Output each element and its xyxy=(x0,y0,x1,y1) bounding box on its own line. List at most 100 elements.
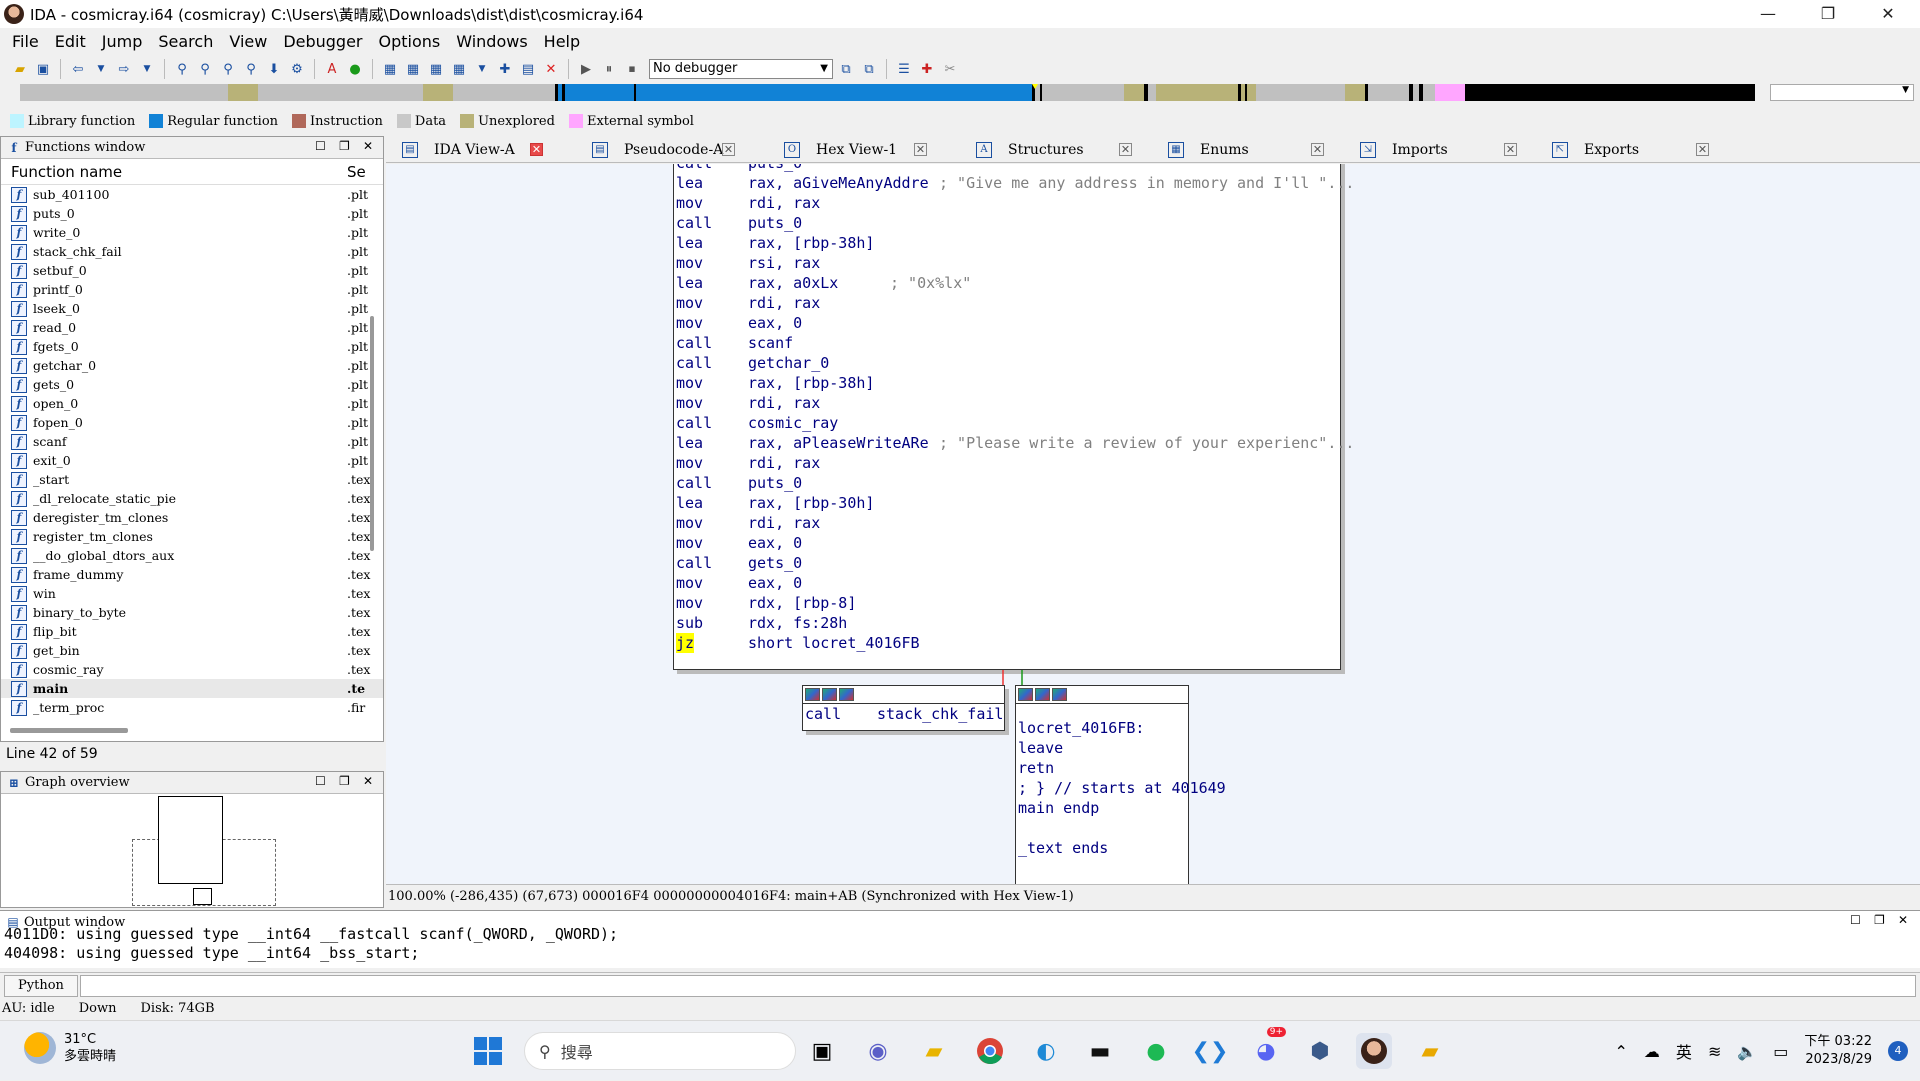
stop-icon[interactable]: ⏹ xyxy=(622,59,642,79)
tab-pseudocode-a[interactable]: ▤ Pseudocode-A ✕ xyxy=(592,136,735,163)
tab-enums[interactable]: ▦ Enums ✕ xyxy=(1168,136,1324,163)
tab-exports[interactable]: ⇱ Exports ✕ xyxy=(1552,136,1709,163)
menu-file[interactable]: File xyxy=(4,32,47,51)
pause-icon[interactable]: ⏸ xyxy=(599,59,619,79)
file-explorer-icon[interactable]: ▰ xyxy=(916,1033,952,1069)
jump-down-icon[interactable]: ⬇ xyxy=(264,59,284,79)
maximize-panel-icon[interactable]: ☐ xyxy=(315,139,326,153)
menu-help[interactable]: Help xyxy=(536,32,588,51)
code-line[interactable]: ; } // starts at 401649 xyxy=(1016,778,1226,798)
navigation-combo[interactable]: ▼ xyxy=(1770,84,1914,101)
code-line[interactable]: main endp xyxy=(1016,798,1188,818)
weather-widget[interactable]: 31°C 多雲時晴 xyxy=(24,1031,116,1065)
float-panel-icon[interactable]: ❐ xyxy=(1874,913,1885,927)
volume-icon[interactable]: 🔈 xyxy=(1737,1042,1757,1061)
function-row[interactable]: f win .tex xyxy=(1,584,383,603)
close-panel-icon[interactable]: ✕ xyxy=(363,774,373,788)
back-icon[interactable]: ⇦ xyxy=(68,59,88,79)
archive-icon[interactable]: ▰ xyxy=(1412,1033,1448,1069)
chrome-icon[interactable] xyxy=(972,1033,1008,1069)
close-panel-icon[interactable]: ✕ xyxy=(363,139,373,153)
patch-icon[interactable]: ▤ xyxy=(518,59,538,79)
function-row[interactable]: f fgets_0 .plt xyxy=(1,337,383,356)
menu-search[interactable]: Search xyxy=(150,32,221,51)
debugger-select[interactable]: No debugger ▼ xyxy=(649,59,833,79)
function-row[interactable]: f printf_0 .plt xyxy=(1,280,383,299)
show-hidden-icons-icon[interactable]: ⌃ xyxy=(1615,1042,1628,1061)
tab-structures[interactable]: A Structures ✕ xyxy=(976,136,1132,163)
close-panel-icon[interactable]: ✕ xyxy=(1898,913,1908,927)
function-row[interactable]: f puts_0 .plt xyxy=(1,204,383,223)
function-row[interactable]: f fopen_0 .plt xyxy=(1,413,383,432)
code-line[interactable]: leave xyxy=(1016,738,1188,758)
function-row[interactable]: f write_0 .plt xyxy=(1,223,383,242)
menu-debugger[interactable]: Debugger xyxy=(275,32,370,51)
tab-imports[interactable]: ⇲ Imports ✕ xyxy=(1360,136,1517,163)
graph-icon[interactable]: ▦ xyxy=(449,59,469,79)
tab-hex-view-1[interactable]: O Hex View-1 ✕ xyxy=(784,136,927,163)
ida-taskbar-icon[interactable] xyxy=(1356,1033,1392,1069)
tools-icon[interactable]: ✂ xyxy=(940,59,960,79)
function-row[interactable]: f sub_401100 .plt xyxy=(1,185,383,204)
float-panel-icon[interactable]: ❐ xyxy=(339,139,350,153)
terminal-icon[interactable]: ▬ xyxy=(1082,1033,1118,1069)
close-tab-icon[interactable]: ✕ xyxy=(722,143,735,156)
code-line[interactable]: retn xyxy=(1016,758,1188,778)
close-tab-icon[interactable]: ✕ xyxy=(1504,143,1517,156)
menu-view[interactable]: View xyxy=(221,32,275,51)
virtualbox-icon[interactable]: ⬢ xyxy=(1302,1033,1338,1069)
battery-icon[interactable]: ▭ xyxy=(1773,1042,1788,1061)
chat-icon[interactable]: ◉ xyxy=(860,1033,896,1069)
function-row[interactable]: f frame_dummy .tex xyxy=(1,565,383,584)
function-row[interactable]: f main .te xyxy=(1,679,383,698)
binoculars-icon[interactable]: ⚲ xyxy=(218,59,238,79)
block-color-icon[interactable] xyxy=(822,688,837,701)
notification-badge[interactable]: 4 xyxy=(1888,1041,1908,1061)
forward-icon[interactable]: ⇨ xyxy=(114,59,134,79)
function-row[interactable]: f gets_0 .plt xyxy=(1,375,383,394)
graph-icon[interactable]: ▦ xyxy=(426,59,446,79)
breakpoint-icon[interactable]: ✚ xyxy=(917,59,937,79)
delete-icon[interactable]: ✕ xyxy=(541,59,561,79)
function-row[interactable]: f open_0 .plt xyxy=(1,394,383,413)
function-row[interactable]: f cosmic_ray .tex xyxy=(1,660,383,679)
plugin-icon[interactable]: ✚ xyxy=(495,59,515,79)
spotify-icon[interactable]: ● xyxy=(1138,1033,1174,1069)
block-color-icon[interactable] xyxy=(839,688,854,701)
function-row[interactable]: f stack_chk_fail .plt xyxy=(1,242,383,261)
binoculars-icon[interactable]: ⚲ xyxy=(195,59,215,79)
function-row[interactable]: f get_bin .tex xyxy=(1,641,383,660)
clock[interactable]: 下午 03:22 2023/8/29 xyxy=(1804,1033,1872,1069)
wifi-icon[interactable]: ≋ xyxy=(1708,1042,1721,1061)
task-view-icon[interactable]: ▣ xyxy=(804,1033,840,1069)
green-circle-icon[interactable]: ● xyxy=(345,59,365,79)
vscode-icon[interactable]: ❮❯ xyxy=(1192,1033,1229,1069)
function-row[interactable]: f _start .tex xyxy=(1,470,383,489)
function-row[interactable]: f getchar_0 .plt xyxy=(1,356,383,375)
function-row[interactable]: f _term_proc .fir xyxy=(1,698,383,717)
function-row[interactable]: f __do_global_dtors_aux .tex xyxy=(1,546,383,565)
code-line[interactable]: call stack_chk_fail xyxy=(803,704,1004,724)
tab-ida-view-a[interactable]: ▤ IDA View-A ✕ xyxy=(402,136,543,163)
save-icon[interactable]: ▣ xyxy=(33,59,53,79)
taskbar-search[interactable]: ⚲ 搜尋 xyxy=(524,1032,796,1070)
search-next-icon[interactable]: ⚲ xyxy=(241,59,261,79)
function-row[interactable]: f binary_to_byte .tex xyxy=(1,603,383,622)
functions-vertical-scrollbar[interactable] xyxy=(370,316,374,551)
menu-windows[interactable]: Windows xyxy=(448,32,535,51)
close-tab-icon[interactable]: ✕ xyxy=(530,143,543,156)
functions-horizontal-scrollbar[interactable] xyxy=(10,728,128,733)
maximize-panel-icon[interactable]: ☐ xyxy=(315,774,326,788)
function-row[interactable]: f exit_0 .plt xyxy=(1,451,383,470)
function-row[interactable]: f read_0 .plt xyxy=(1,318,383,337)
python-button[interactable]: Python xyxy=(4,975,78,997)
dropdown-icon[interactable]: ▼ xyxy=(472,59,492,79)
basic-block-ret[interactable]: locret_4016FB: leave retn; } // starts at … xyxy=(1015,685,1226,884)
minimize-button[interactable]: — xyxy=(1740,0,1796,28)
close-tab-icon[interactable]: ✕ xyxy=(1119,143,1132,156)
function-row[interactable]: f scanf .plt xyxy=(1,432,383,451)
close-button[interactable]: ✕ xyxy=(1860,0,1916,28)
column-header-function-name[interactable]: Function name xyxy=(11,163,122,181)
list-icon[interactable]: ☰ xyxy=(894,59,914,79)
restore-button[interactable]: ❐ xyxy=(1800,0,1856,28)
